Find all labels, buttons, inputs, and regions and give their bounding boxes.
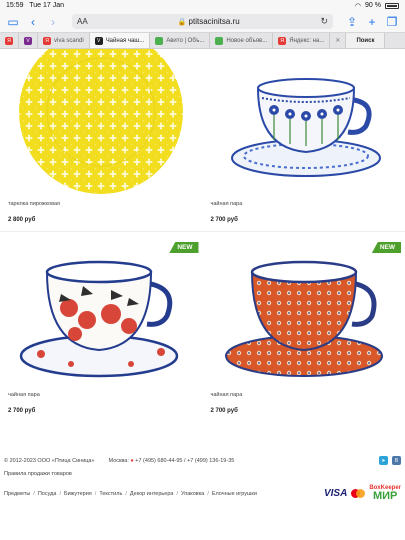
phone-icon: ● [130, 457, 134, 464]
product-price: 2 800 руб [8, 217, 36, 223]
separator: / [125, 490, 127, 497]
footer-link[interactable]: Предметы [4, 491, 30, 497]
product-image[interactable] [207, 49, 402, 197]
product-image[interactable] [4, 49, 199, 197]
back-icon[interactable]: ‹ [26, 16, 40, 28]
visa-logo: VISA [323, 488, 348, 499]
site-footer: © 2012-2023 ООО «Птица Синица» Москва: ●… [0, 450, 405, 518]
reader-aa-button[interactable]: AA [77, 17, 97, 26]
product-name[interactable]: чайная пара [4, 392, 199, 398]
product-card[interactable]: чайная пара 2 700 руб [207, 49, 402, 223]
separator: / [94, 490, 97, 497]
url-text: ptitsacinitsa.ru [188, 17, 240, 26]
sales-rules-link[interactable]: Правила продажи товаров [4, 471, 401, 477]
separator: / [176, 490, 178, 497]
battery-icon [385, 2, 399, 9]
contact-phones: Москва: ● +7 (495) 680-44-95 / +7 (499) … [109, 458, 235, 464]
forward-icon[interactable]: › [46, 16, 60, 28]
telegram-icon[interactable]: ➤ [379, 456, 388, 465]
tab-3-active[interactable]: V Чайная чаш... [89, 33, 151, 48]
footer-link[interactable]: Текстиль [99, 491, 122, 497]
orange-floral-cup-image [224, 260, 383, 377]
product-image[interactable] [4, 238, 199, 388]
product-row: тарелка пирожковая 2 800 руб чайная пара… [0, 49, 405, 223]
mir-label: МИР [372, 490, 398, 502]
avito-favicon-icon [155, 36, 164, 45]
phone-numbers[interactable]: +7 (495) 680-44-95 / +7 (499) 136-19-35 [135, 458, 234, 464]
lock-icon: 🔒 [177, 19, 187, 26]
status-time: 15:59 [6, 2, 24, 9]
tab-label: Чайная чаш... [105, 37, 145, 44]
v-favicon-icon: V [24, 36, 32, 45]
yandex-favicon-icon: Я [5, 36, 13, 45]
footer-links: Предметы / Посуда / Бижутерия / Текстиль / Д… [4, 491, 257, 497]
red-berry-cup-image [20, 260, 179, 378]
close-icon[interactable]: ✕ [335, 37, 340, 44]
share-icon[interactable]: ⇪ [345, 16, 359, 28]
product-price: 2 700 руб [210, 217, 238, 223]
tab-label: viva scandi [54, 37, 84, 44]
product-price: 2 700 руб [210, 408, 238, 414]
footer-link[interactable]: Бижутерия [64, 491, 92, 497]
payment-logos: VISA BoxKeeper МИР [324, 485, 401, 502]
yellow-flower-plate-image [19, 49, 184, 194]
city-label: Москва: [108, 457, 129, 464]
battery-percent: 90 % [365, 2, 381, 9]
status-time-date: 15:59 Tue 17 Jan [6, 2, 64, 9]
yandex-favicon-icon: Я [278, 36, 287, 45]
tabs-overview-icon[interactable]: ❐ [385, 16, 399, 28]
separator: / [33, 490, 35, 497]
tab-search[interactable]: Поиск [346, 33, 386, 48]
product-row: NEW чайная пара 2 700 руб NEW чайная пар… [0, 231, 405, 414]
boxkeeper-mir-logo: BoxKeeper МИР [369, 485, 401, 502]
footer-link[interactable]: Упаковка [181, 491, 204, 497]
sidebar-icon[interactable]: ▭ [6, 16, 20, 28]
product-card[interactable]: тарелка пирожковая 2 800 руб [4, 49, 199, 223]
product-name[interactable]: чайная пара [207, 392, 402, 398]
footer-link[interactable]: Декор интерьера [130, 491, 174, 497]
separator: / [59, 490, 61, 497]
footer-link[interactable]: Елочные игрушки [212, 491, 257, 497]
yandex-favicon-icon: Я [43, 36, 51, 45]
new-tab-icon[interactable]: + [365, 16, 379, 28]
v-favicon-icon: V [94, 36, 103, 45]
product-card[interactable]: NEW чайная пара 2 700 руб [207, 238, 402, 414]
tab-bar: Я V Яviva scandi V Чайная чаш... Авито | … [0, 32, 405, 49]
vk-icon[interactable]: B [392, 456, 401, 465]
tab-4[interactable]: Авито | Объ... [150, 33, 211, 48]
tab-5[interactable]: Новое объяв... [210, 33, 274, 48]
url-field[interactable]: 🔒 ptitsacinitsa.ru [97, 17, 320, 26]
product-card[interactable]: NEW чайная пара 2 700 руб [4, 238, 199, 414]
tab-0[interactable]: Я [0, 33, 19, 48]
footer-link[interactable]: Посуда [38, 491, 57, 497]
tab-label: Новое объяв... [226, 37, 268, 44]
tab-close[interactable]: ✕ [330, 33, 347, 48]
reload-icon[interactable]: ↻ [320, 16, 328, 27]
tab-6[interactable]: Я Яндекс: на... [273, 33, 331, 48]
status-bar: 15:59 Tue 17 Jan ◠ 90 % [0, 0, 405, 11]
copyright: © 2012-2023 ООО «Птица Синица» [4, 457, 95, 464]
mastercard-logo [351, 489, 366, 498]
wifi-icon: ◠ [354, 2, 362, 10]
product-name[interactable]: чайная пара [207, 201, 402, 207]
blue-flower-cup-image [230, 78, 381, 177]
tab-label: Авито | Объ... [166, 37, 205, 44]
avito-favicon-icon [215, 36, 224, 45]
tab-label: Яндекс: на... [289, 37, 325, 44]
tab-1[interactable]: V [19, 33, 38, 48]
product-image[interactable] [207, 238, 402, 388]
status-date: Tue 17 Jan [29, 2, 65, 9]
page-content: тарелка пирожковая 2 800 руб чайная пара… [0, 49, 405, 518]
separator: / [207, 490, 209, 497]
address-bar[interactable]: AA 🔒 ptitsacinitsa.ru ↻ [72, 14, 333, 29]
product-name[interactable]: тарелка пирожковая [4, 201, 199, 207]
tab-2[interactable]: Яviva scandi [38, 33, 90, 48]
browser-toolbar: ▭ ‹ › AA 🔒 ptitsacinitsa.ru ↻ ⇪ + ❐ [0, 11, 405, 32]
product-price: 2 700 руб [8, 408, 36, 414]
